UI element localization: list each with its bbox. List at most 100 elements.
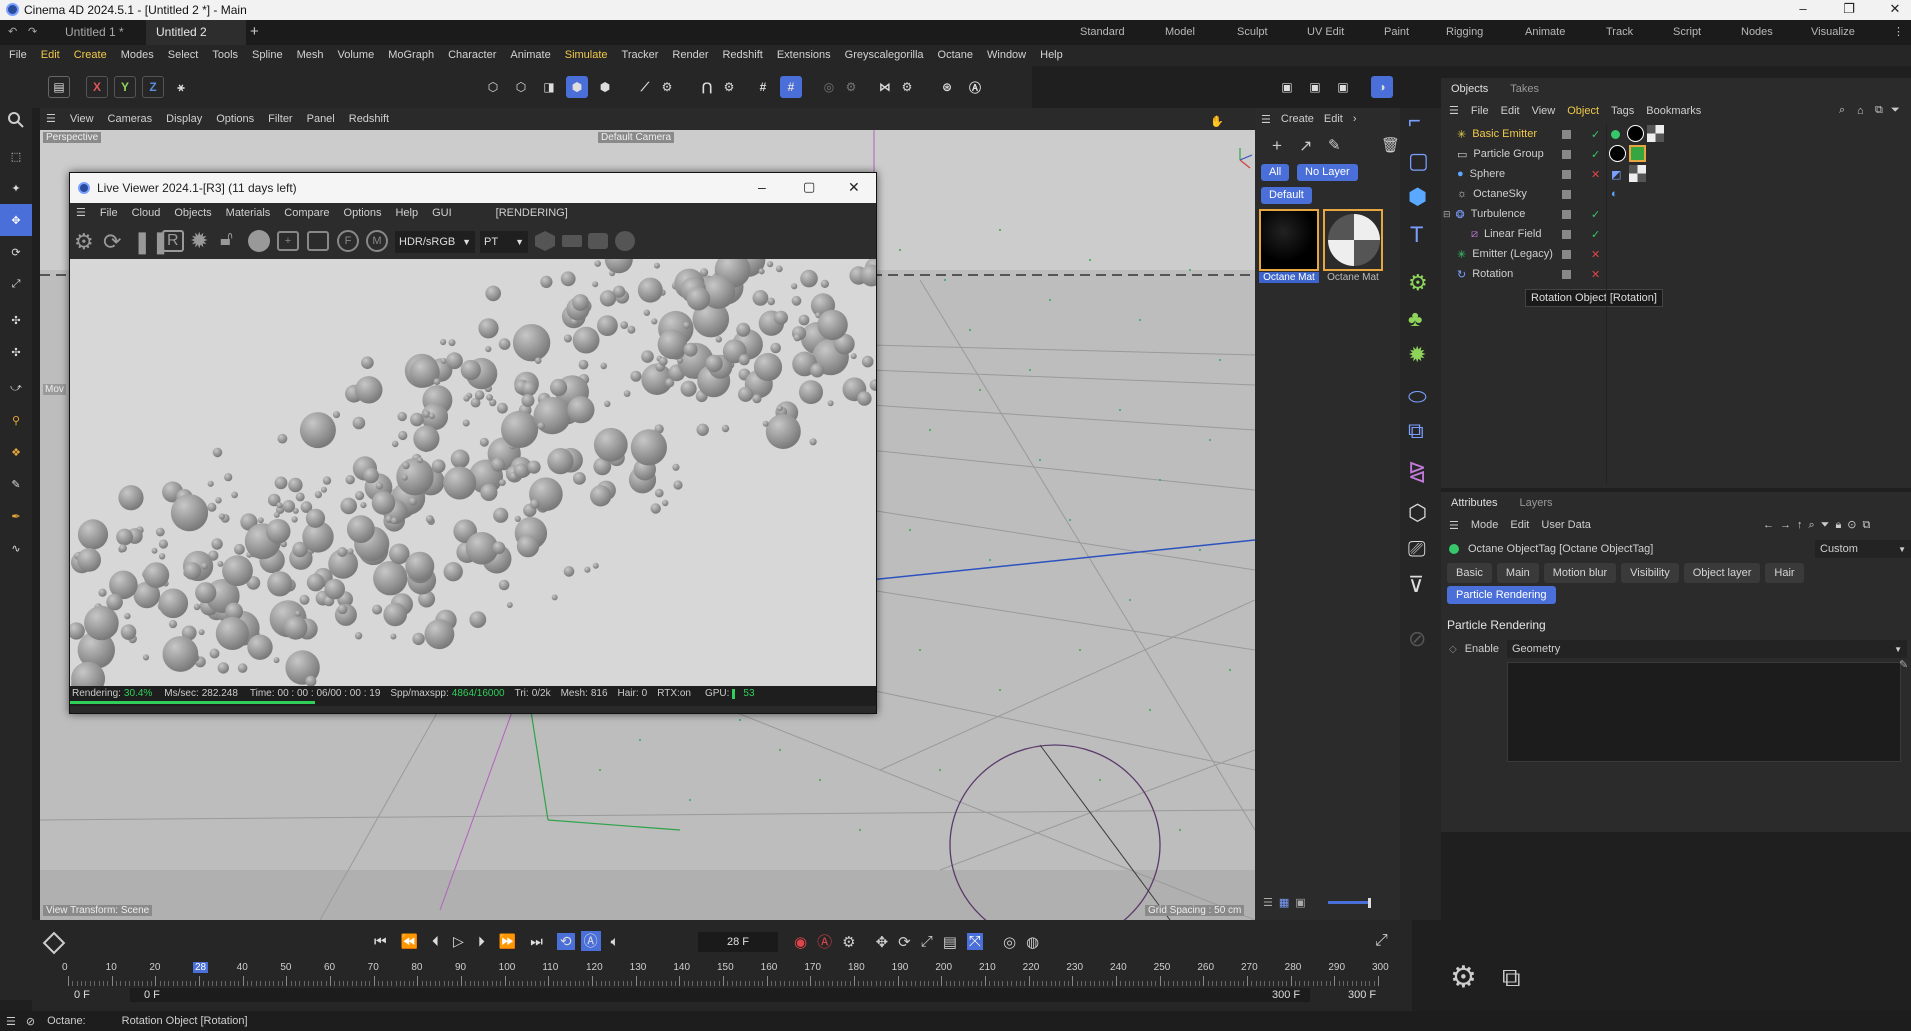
deformer-icon[interactable]: ⬭ — [1408, 384, 1427, 410]
visibility-dots[interactable] — [1562, 249, 1571, 259]
menu-modes[interactable]: Modes — [121, 45, 154, 66]
lv-menu-objects[interactable]: Objects — [174, 203, 211, 223]
section-basic-button[interactable]: Basic — [1447, 563, 1492, 583]
coordinate-system-icon[interactable]: ▤ — [48, 76, 70, 98]
live-viewer-render-area[interactable] — [70, 259, 876, 686]
object-row-rotation[interactable]: ↻ Rotation ✕ — [1441, 264, 1911, 284]
menu-animate[interactable]: Animate — [510, 45, 550, 66]
lv-minimize-icon[interactable]: – — [758, 179, 766, 195]
vp-menu-options[interactable]: Options — [216, 108, 254, 130]
menu-edit[interactable]: Edit — [41, 45, 60, 66]
model-mode-icon[interactable]: ⬢ — [566, 76, 588, 98]
attr-menu-mode[interactable]: Mode — [1471, 519, 1499, 531]
start-frame-b[interactable]: 0 F — [144, 989, 160, 1001]
menu-select[interactable]: Select — [168, 45, 199, 66]
sound-icon[interactable]: 🔈︎ — [611, 933, 619, 950]
lv-material-picker-icon[interactable]: M — [366, 230, 388, 252]
mat-more-icon[interactable]: › — [1353, 113, 1357, 125]
solo-icon[interactable]: ◎ — [818, 76, 840, 98]
render-settings-icon[interactable]: ▣ — [1332, 76, 1354, 98]
lv-menu-materials[interactable]: Materials — [226, 203, 271, 223]
enable-cross-icon[interactable]: ✕ — [1591, 248, 1600, 261]
lv-menu-options[interactable]: Options — [344, 203, 382, 223]
more-icon[interactable]: ⋮ — [1893, 25, 1904, 38]
mograph-cloner-icon[interactable]: ♣ — [1408, 306, 1422, 332]
menu-redshift[interactable]: Redshift — [722, 45, 762, 66]
edges-mode-icon[interactable]: ⬡ — [510, 76, 532, 98]
axis-z-button[interactable]: Z — [142, 76, 164, 98]
vp-menu-filter[interactable]: Filter — [268, 108, 292, 130]
tag-material-green[interactable] — [1629, 145, 1646, 162]
keyframe-mode-icon[interactable] — [42, 931, 66, 955]
pivot-tool-icon[interactable]: ✣ — [0, 336, 32, 368]
keyframe-settings-icon[interactable]: ⚙ — [842, 933, 855, 951]
tag-material-checker[interactable] — [1647, 125, 1664, 142]
keyframe-diamond-icon[interactable]: ◇ — [1449, 644, 1457, 655]
obj-menu-bookmarks[interactable]: Bookmarks — [1646, 105, 1701, 117]
timeline-expand-icon[interactable]: ⤢ — [1375, 932, 1388, 950]
lv-camera-icon[interactable] — [588, 233, 608, 249]
attributes-text-area[interactable] — [1507, 662, 1901, 762]
object-row-basic-emitter[interactable]: ✳ Basic Emitter ✓ — [1441, 124, 1911, 144]
enable-check-icon[interactable]: ✓ — [1591, 148, 1600, 161]
undo-icon[interactable]: ↶ — [8, 25, 17, 38]
knife-icon[interactable]: ⚲ — [0, 404, 32, 436]
expand-icon[interactable]: ⊟ — [1443, 209, 1451, 220]
grid-icon[interactable]: # — [752, 76, 774, 98]
menu-volume[interactable]: Volume — [338, 45, 375, 66]
motion-system-icon[interactable]: ◎ — [1003, 933, 1016, 951]
viewport-camera-label[interactable]: Default Camera — [598, 132, 675, 143]
lv-restart-icon[interactable]: ⟳ — [103, 229, 121, 255]
text-icon[interactable]: T — [1410, 222, 1423, 248]
cube-icon[interactable]: ⬢ — [1408, 184, 1427, 210]
lock-workplane-icon[interactable]: Ⓐ — [964, 76, 986, 98]
menu-extensions[interactable]: Extensions — [777, 45, 831, 66]
field-icon[interactable]: ⧉ — [1408, 418, 1424, 444]
enable-cross-icon[interactable]: ✕ — [1591, 168, 1600, 181]
menu-render[interactable]: Render — [672, 45, 708, 66]
vp-menu-cameras[interactable]: Cameras — [108, 108, 153, 130]
enable-check-icon[interactable]: ✓ — [1591, 128, 1600, 141]
section-object-layer-button[interactable]: Object layer — [1683, 563, 1761, 583]
obj-menu-view[interactable]: View — [1532, 105, 1556, 117]
tab-objects[interactable]: Objects — [1451, 83, 1488, 95]
large-view-icon[interactable]: ▣ — [1295, 896, 1305, 909]
transform-axis-icon[interactable]: ⚹ — [170, 76, 192, 98]
list-view-icon[interactable]: ☰ — [1263, 896, 1273, 909]
statusbar-menu-icon[interactable]: ☰ — [6, 1015, 16, 1028]
lv-film-region-icon[interactable] — [307, 231, 329, 251]
autokey-icon[interactable]: Ⓐ — [817, 931, 832, 952]
prev-frame-icon[interactable]: ⏴ — [432, 933, 439, 950]
filter-all-button[interactable]: All — [1261, 164, 1290, 181]
symmetry-settings-icon[interactable]: ⚙ — [896, 76, 918, 98]
lv-menu-file[interactable]: File — [100, 203, 118, 223]
move-tool-icon[interactable]: ✥ — [0, 204, 32, 236]
obj-menu-file[interactable]: File — [1471, 105, 1489, 117]
add-tab-icon[interactable]: + — [250, 23, 259, 40]
object-row-linear-field[interactable]: ⧄ Linear Field ✓ — [1441, 224, 1911, 244]
minimize-icon[interactable]: – — [1780, 0, 1826, 20]
enable-cross-icon[interactable]: ✕ — [1591, 268, 1600, 281]
obj-menu-tags[interactable]: Tags — [1611, 105, 1634, 117]
loop-icon[interactable]: ⟲ — [556, 932, 575, 950]
axis-x-button[interactable]: X — [86, 76, 108, 98]
section-motion-blur-button[interactable]: Motion blur — [1543, 563, 1617, 583]
preview-range-icon[interactable]: Ⓐ — [580, 931, 601, 951]
brush-icon[interactable]: ✎ — [0, 468, 32, 500]
section-hair-button[interactable]: Hair — [1765, 563, 1804, 583]
layout-standard[interactable]: Standard — [1080, 20, 1125, 45]
redo-icon[interactable]: ↷ — [28, 25, 37, 38]
grid-view-icon[interactable]: ▦ — [1279, 896, 1289, 909]
enable-select[interactable]: Geometry ▼ — [1507, 640, 1907, 658]
pen-icon[interactable]: ✒ — [0, 500, 32, 532]
snap-icon[interactable]: ⋂ — [696, 76, 718, 98]
lv-menu-cloud[interactable]: Cloud — [132, 203, 161, 223]
obj-menu-object[interactable]: Object — [1567, 105, 1599, 117]
scale-tool-icon[interactable]: ⤢ — [0, 268, 32, 300]
section-visibility-button[interactable]: Visibility — [1621, 563, 1679, 583]
go-to-end-icon[interactable]: ⏭ — [530, 933, 543, 950]
lv-shape-icon[interactable] — [535, 231, 555, 251]
tag-particle-icon[interactable] — [1611, 129, 1620, 139]
delete-material-icon[interactable]: 🗑︎ — [1381, 136, 1400, 154]
points-mode-icon[interactable]: ⬡ — [482, 76, 504, 98]
